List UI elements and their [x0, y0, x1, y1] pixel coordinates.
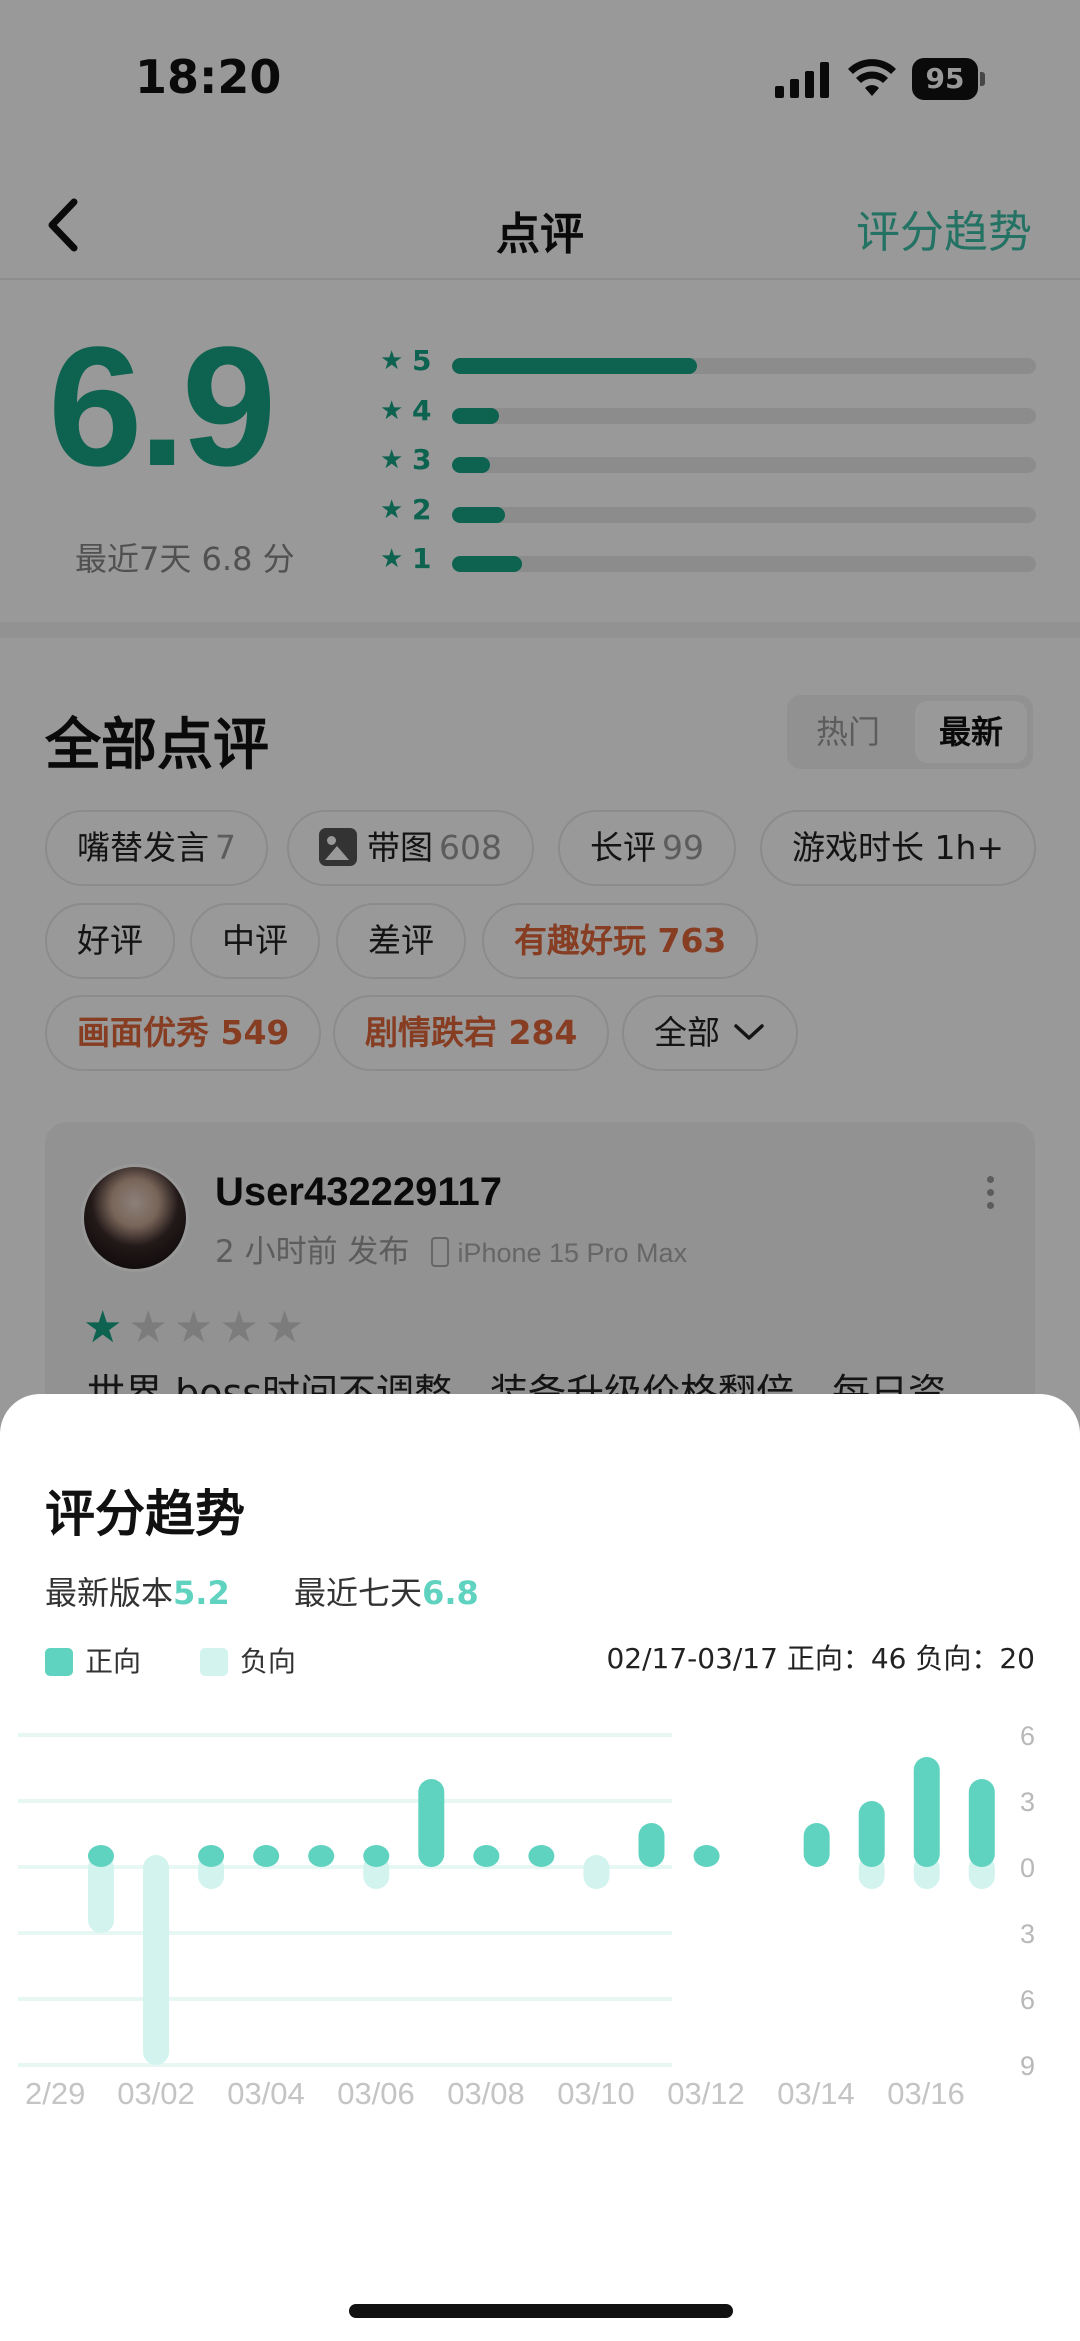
home-indicator	[349, 2304, 733, 2318]
x-tick-label: 2/29	[25, 2076, 85, 2111]
sheet-title: 评分趋势	[45, 1485, 245, 1543]
y-tick-label: 0	[1020, 1853, 1035, 1883]
trend-chart[interactable]: 6 3 0 3 6 9 2/29 03/02 03/04 03/06 03/08 03/10 03/12…	[0, 1704, 1080, 2144]
legend-negative: 负向	[199, 1640, 296, 1680]
latest-version-value: 5.2	[173, 1574, 230, 1612]
positive-bar	[638, 1823, 665, 1867]
x-tick-label: 03/16	[887, 2076, 965, 2111]
positive-bar	[253, 1845, 280, 1867]
x-tick-label: 03/02	[117, 2076, 195, 2111]
positive-bar	[363, 1845, 390, 1867]
latest-version-label: 最新版本	[45, 1574, 174, 1612]
positive-bar	[693, 1845, 720, 1867]
last7-label: 最近七天	[294, 1574, 423, 1612]
x-tick-label: 03/04	[227, 2076, 305, 2111]
positive-bar	[803, 1823, 830, 1867]
legend-negative-label: 负向	[239, 1645, 296, 1678]
x-tick-label: 03/10	[557, 2076, 635, 2111]
last7-value: 6.8	[422, 1574, 479, 1612]
chart-legend: 正向 负向	[45, 1640, 346, 1680]
positive-bar	[858, 1801, 885, 1867]
legend-positive: 正向	[45, 1640, 141, 1680]
positive-bar	[88, 1845, 114, 1867]
positive-bar	[968, 1779, 995, 1867]
legend-positive-label: 正向	[85, 1645, 142, 1678]
x-tick-label: 03/14	[777, 2076, 855, 2111]
period-summary: 02/17-03/17 正向：46 负向：20	[606, 1642, 1035, 1675]
x-tick-label: 03/08	[447, 2076, 525, 2111]
positive-bar	[913, 1757, 940, 1867]
positive-bar	[473, 1845, 500, 1867]
negative-swatch	[199, 1648, 228, 1676]
x-tick-label: 03/12	[667, 2076, 745, 2111]
y-tick-label: 6	[1020, 1721, 1035, 1751]
positive-bar	[528, 1845, 555, 1867]
y-tick-label: 9	[1020, 2051, 1035, 2081]
positive-bar	[198, 1845, 225, 1867]
positive-bar	[418, 1779, 445, 1867]
score-summary: 最新版本5.2 最近七天6.8	[45, 1568, 479, 1614]
positive-bar	[308, 1845, 335, 1867]
y-tick-label: 3	[1020, 1919, 1035, 1949]
x-tick-label: 03/06	[337, 2076, 415, 2111]
positive-swatch	[45, 1648, 73, 1676]
rating-trend-sheet: 评分趋势 最新版本5.2 最近七天6.8 正向 负向 02/17-03/17 正…	[0, 1394, 1080, 2341]
y-tick-label: 3	[1020, 1787, 1035, 1817]
negative-bar	[143, 1855, 170, 2065]
negative-bar	[583, 1855, 610, 1889]
y-tick-label: 6	[1020, 1985, 1035, 2015]
